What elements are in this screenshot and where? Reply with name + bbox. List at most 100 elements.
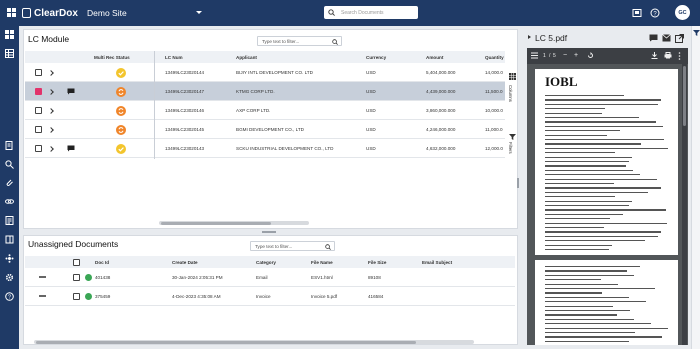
- multi-rec-status-sync-icon[interactable]: [116, 124, 126, 135]
- file-name-cell[interactable]: Invoice 5.pdf: [311, 294, 337, 299]
- row-checkbox[interactable]: [73, 274, 80, 281]
- col-file-size[interactable]: File Size: [368, 260, 386, 265]
- expand-row-chevron-icon[interactable]: [48, 88, 54, 95]
- row-checkbox[interactable]: [35, 107, 42, 114]
- workflow-icon[interactable]: [5, 254, 14, 263]
- comment-icon[interactable]: [67, 145, 75, 152]
- col-lc-num[interactable]: LC Num: [165, 55, 183, 60]
- lc-table-row[interactable]: 13499LC23020143 SCKU INDUSTRIAL DEVELOPME…: [25, 139, 505, 158]
- pdf-text-line: [545, 231, 661, 233]
- pdf-page-area[interactable]: IOBL: [527, 64, 688, 345]
- drag-handle-icon[interactable]: [39, 276, 46, 278]
- expand-row-chevron-icon[interactable]: [48, 126, 54, 133]
- col-category[interactable]: Category: [256, 260, 276, 265]
- site-dropdown-chevron-icon[interactable]: [196, 11, 202, 14]
- columns-side-tab[interactable]: Columns: [508, 85, 513, 102]
- multi-rec-status-sync-icon[interactable]: [116, 86, 126, 97]
- download-icon[interactable]: [651, 52, 658, 59]
- col-applicant[interactable]: Applicant: [236, 55, 257, 60]
- vertical-splitter-handle[interactable]: [517, 178, 519, 188]
- logo-mark-icon: [22, 8, 31, 18]
- col-quantity[interactable]: Quantity: [485, 55, 504, 60]
- pdf-page-total: 5: [553, 53, 556, 59]
- lc-scrollbar-thumb[interactable]: [161, 222, 271, 225]
- rotate-icon[interactable]: [587, 52, 594, 59]
- open-external-icon[interactable]: [675, 34, 684, 43]
- docs-scrollbar-thumb[interactable]: [36, 341, 416, 344]
- pdf-text-line: [545, 249, 609, 251]
- settings-gear-icon[interactable]: [5, 273, 14, 282]
- pdf-text-line: [545, 327, 668, 329]
- link-icon[interactable]: [5, 197, 14, 206]
- document-row[interactable]: 401438 30-Jan-2024 2:05:31 PM Email ESV1.ht…: [25, 268, 515, 287]
- file-name-cell[interactable]: ESV1.html: [311, 275, 333, 280]
- comment-icon[interactable]: [649, 34, 658, 42]
- pdf-page-current[interactable]: 1: [543, 53, 546, 59]
- lc-table-row[interactable]: 13499LC23020144 BIJIY INTL DEVELOPMENT CO…: [25, 63, 505, 82]
- table-view-icon[interactable]: [5, 49, 14, 58]
- search-documents-input[interactable]: Search Documents: [324, 6, 418, 19]
- dashboard-icon[interactable]: [5, 30, 14, 39]
- pdf-text-line: [545, 332, 635, 334]
- columns-grid-icon[interactable]: [509, 73, 516, 80]
- more-options-icon[interactable]: [678, 52, 681, 60]
- col-email-subject[interactable]: Email Subject: [422, 260, 452, 265]
- multi-rec-status-sync-icon[interactable]: [116, 105, 126, 116]
- select-all-checkbox[interactable]: [73, 258, 80, 266]
- expand-row-chevron-icon[interactable]: [48, 69, 54, 76]
- attachment-icon[interactable]: [5, 178, 14, 187]
- lc-table-row[interactable]: 13499LC23020147 KTMG CORP LTD. USD 4,439,00…: [25, 82, 505, 101]
- zoom-in-button[interactable]: +: [574, 52, 578, 59]
- docs-filter-input[interactable]: Type text to filter...: [250, 241, 335, 251]
- row-checkbox[interactable]: [35, 69, 42, 76]
- expand-row-chevron-icon[interactable]: [48, 145, 54, 152]
- create-date-cell: 4-Dec-2023 4:35:08 AM: [172, 294, 221, 299]
- lc-filter-input[interactable]: Type text to filter...: [257, 36, 342, 46]
- email-icon[interactable]: [662, 34, 671, 42]
- doc-id-cell[interactable]: 401438: [95, 275, 110, 280]
- col-currency[interactable]: Currency: [366, 55, 386, 60]
- drag-handle-icon[interactable]: [39, 295, 46, 297]
- multi-rec-status-check-icon[interactable]: [116, 67, 126, 78]
- notification-panel-icon[interactable]: [632, 8, 642, 18]
- pdf-scrollbar-thumb[interactable]: [683, 66, 686, 126]
- document-row[interactable]: 375459 4-Dec-2023 4:35:08 AM Invoice Invoic…: [25, 287, 515, 306]
- zoom-out-button[interactable]: −: [563, 52, 567, 59]
- lc-table-row[interactable]: 13499LC23020146 AXP CORP LTD. USD 3,860,000…: [25, 101, 505, 120]
- row-checkbox[interactable]: [73, 293, 80, 300]
- user-avatar[interactable]: GC: [675, 5, 690, 20]
- filter-icon[interactable]: [509, 134, 516, 140]
- documents-icon[interactable]: [5, 141, 14, 150]
- report-icon[interactable]: [5, 216, 14, 225]
- filters-side-tab[interactable]: Filters: [508, 142, 513, 154]
- col-doc-id[interactable]: Doc Id: [95, 260, 109, 265]
- pdf-text-line: [545, 147, 668, 149]
- print-icon[interactable]: [664, 52, 672, 59]
- app-grid-icon[interactable]: [7, 8, 16, 17]
- amount-cell: 4,246,000.000: [426, 127, 456, 132]
- col-create-date[interactable]: Create Date: [172, 260, 198, 265]
- lc-table-row[interactable]: 13499LC23020145 BGMI DEVELOPMENT CO., LTD…: [25, 120, 505, 139]
- help-icon[interactable]: ?: [650, 8, 660, 18]
- expand-row-chevron-icon[interactable]: [48, 107, 54, 114]
- help-nav-icon[interactable]: ?: [5, 292, 14, 301]
- pdf-text-line: [545, 296, 629, 298]
- book-icon[interactable]: [5, 235, 14, 244]
- row-checkbox[interactable]: [35, 126, 42, 133]
- search-nav-icon[interactable]: [5, 160, 14, 169]
- site-name[interactable]: Demo Site: [87, 8, 127, 18]
- col-multi-rec-status[interactable]: Multi Rec Status: [94, 55, 130, 60]
- comment-icon[interactable]: [67, 88, 75, 95]
- pdf-text-line: [545, 143, 641, 145]
- multi-rec-status-check-icon[interactable]: [116, 143, 126, 154]
- row-checkbox[interactable]: [35, 88, 42, 95]
- col-amount[interactable]: Amount: [426, 55, 443, 60]
- app-logo[interactable]: ClearDox: [22, 6, 78, 20]
- pdf-menu-icon[interactable]: [531, 52, 538, 59]
- panel-splitter-handle[interactable]: [262, 231, 276, 233]
- collapse-viewer-caret-icon[interactable]: [528, 35, 531, 39]
- row-checkbox[interactable]: [35, 145, 42, 152]
- right-filter-icon[interactable]: [693, 30, 700, 36]
- col-file-name[interactable]: File Name: [311, 260, 333, 265]
- doc-id-cell[interactable]: 375459: [95, 294, 110, 299]
